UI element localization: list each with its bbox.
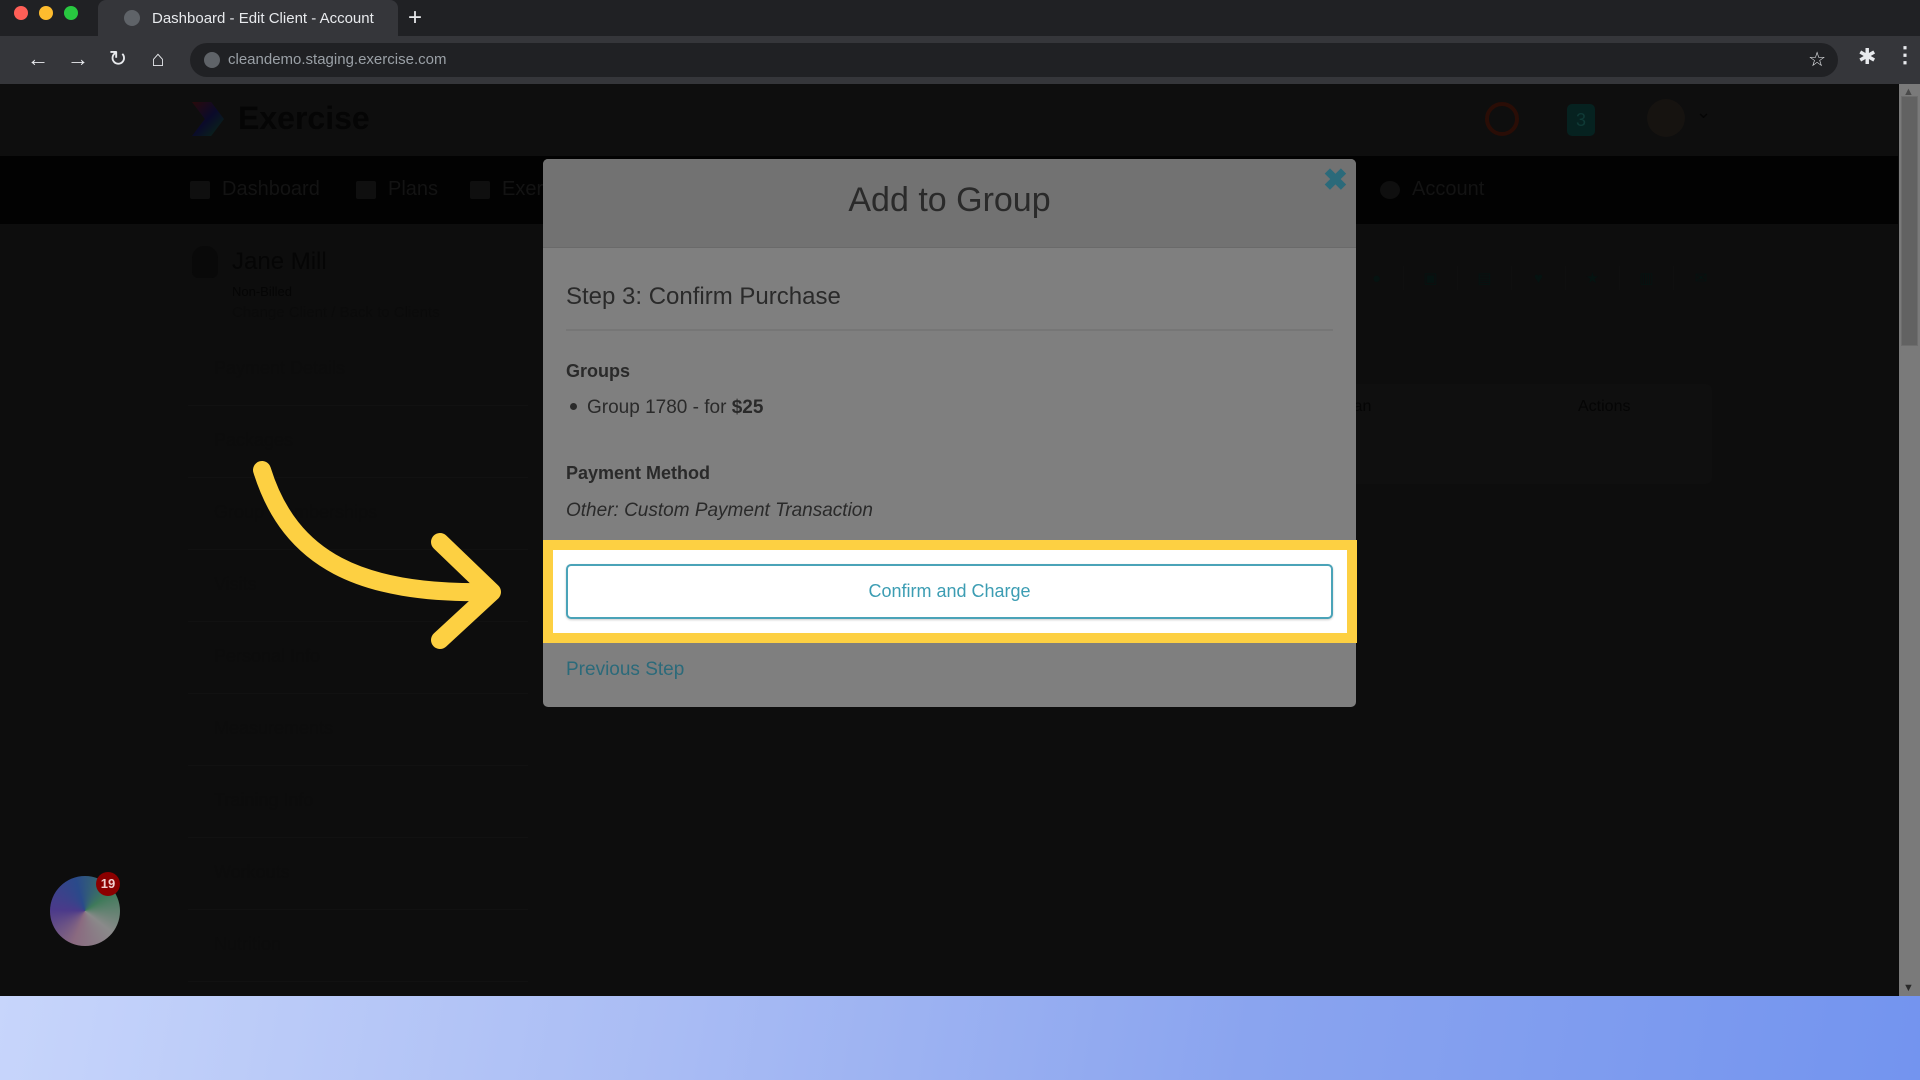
notification-badge[interactable]: 3	[1567, 104, 1595, 136]
reload-icon[interactable]: ↻	[104, 46, 132, 72]
browser-toolbar: ← → ↻ ⌂ cleandemo.staging.exercise.com ☆…	[0, 36, 1920, 84]
groups-heading: Groups	[566, 361, 631, 381]
modal-header: Add to Group ✖	[543, 159, 1356, 248]
client-name: Jane Mill	[232, 248, 327, 275]
globe-icon	[124, 10, 140, 26]
list-icon	[190, 180, 210, 199]
bottom-gradient-band	[0, 996, 1920, 1080]
logo-text: Exercise	[238, 100, 370, 136]
nav-label: Exer	[502, 178, 544, 200]
nav-label: Plans	[388, 178, 439, 200]
user-avatar[interactable]	[1647, 99, 1685, 137]
group-item-price: $25	[731, 397, 764, 418]
page-scrollbar[interactable]: ▲ ▼	[1899, 84, 1920, 996]
side-item-payment-details[interactable]: Payment Details	[188, 334, 528, 406]
client-status: Non-Billed	[232, 284, 292, 299]
nav-label: Dashboard	[222, 178, 320, 200]
memberships-table	[1340, 384, 1712, 484]
url-text[interactable]: cleandemo.staging.exercise.com	[228, 51, 446, 68]
browser-titlebar: Dashboard - Edit Client - Account +	[0, 0, 1920, 36]
divider	[566, 329, 1333, 331]
minimize-window-button[interactable]	[39, 6, 53, 20]
client-side-menu: Payment Details Packages Group Membershi…	[188, 334, 528, 982]
app-header: Exercise 3 ⌄	[0, 84, 1898, 156]
client-links[interactable]: Change Client / Back to Clients	[232, 304, 440, 321]
assistant-notification-badge: 19	[96, 872, 120, 896]
side-item-nutrition[interactable]: Nutrition	[188, 910, 528, 982]
nav-plans[interactable]: Plans	[356, 178, 438, 201]
dumbbell-icon	[470, 180, 490, 199]
close-window-button[interactable]	[14, 6, 28, 20]
nav-label: Account	[1412, 178, 1485, 200]
new-tab-button[interactable]: +	[408, 4, 422, 32]
envelope-icon[interactable]: ✉	[1674, 266, 1728, 290]
browser-tab[interactable]: Dashboard - Edit Client - Account	[98, 0, 398, 36]
side-item-training-info[interactable]: Training Info	[188, 766, 528, 838]
confirm-and-charge-button[interactable]: Confirm and Charge	[566, 564, 1333, 619]
nav-account[interactable]: Account	[1380, 178, 1484, 201]
bullet	[570, 402, 577, 410]
table-header-actions: Actions	[1578, 398, 1631, 415]
exercise-logo-icon	[192, 102, 224, 136]
home-icon[interactable]: ⌂	[144, 46, 172, 72]
forward-icon[interactable]: →	[64, 46, 92, 72]
client-icon-tabs: ● ▣ ▤ ♥ ★ ▥ ✉	[1350, 266, 1728, 290]
scroll-down-icon[interactable]: ▼	[1903, 982, 1914, 994]
client-avatar-icon	[192, 246, 218, 278]
user-icon[interactable]: ●	[1350, 266, 1404, 290]
bar-chart-icon[interactable]: ▥	[1620, 266, 1674, 290]
payment-method-value: Other: Custom Payment Transaction	[566, 500, 873, 521]
side-item-measurements[interactable]: Measurements	[188, 694, 528, 766]
nav-exercises[interactable]: Exer	[470, 178, 543, 201]
site-info-icon[interactable]	[204, 52, 220, 68]
step-title: Step 3: Confirm Purchase	[566, 283, 841, 310]
annotation-arrow-icon	[253, 461, 501, 649]
modal-title: Add to Group	[848, 181, 1051, 219]
group-item-text: Group 1780 - for	[587, 397, 732, 418]
browser-menu-icon[interactable]: ⋮	[1894, 42, 1916, 68]
star-icon[interactable]: ★	[1566, 266, 1620, 290]
screen: Dashboard - Edit Client - Account + ← → …	[0, 0, 1920, 1080]
previous-step-link[interactable]: Previous Step	[566, 659, 684, 681]
nav-dashboard[interactable]: Dashboard	[190, 178, 320, 201]
clipboard-icon	[356, 180, 376, 199]
back-icon[interactable]: ←	[24, 46, 52, 72]
calendar-check-icon[interactable]: ▣	[1404, 266, 1458, 290]
group-list-item: Group 1780 - for $25	[566, 397, 763, 419]
heartbeat-icon[interactable]: ♥	[1512, 266, 1566, 290]
extensions-icon[interactable]: ✱	[1858, 44, 1876, 70]
document-icon[interactable]: ▤	[1458, 266, 1512, 290]
tab-title: Dashboard - Edit Client - Account	[152, 9, 374, 27]
bookmark-star-icon[interactable]: ☆	[1808, 47, 1826, 72]
chevron-down-icon[interactable]: ⌄	[1696, 102, 1711, 123]
clock-icon[interactable]	[1485, 102, 1519, 136]
maximize-window-button[interactable]	[64, 6, 78, 20]
side-item-workouts[interactable]: Workouts	[188, 838, 528, 910]
user-circle-icon	[1380, 180, 1400, 199]
payment-method-heading: Payment Method	[566, 463, 711, 483]
address-bar[interactable]: cleandemo.staging.exercise.com ☆	[190, 43, 1838, 77]
close-icon[interactable]: ✖	[1323, 163, 1348, 198]
scroll-thumb[interactable]	[1901, 96, 1918, 346]
